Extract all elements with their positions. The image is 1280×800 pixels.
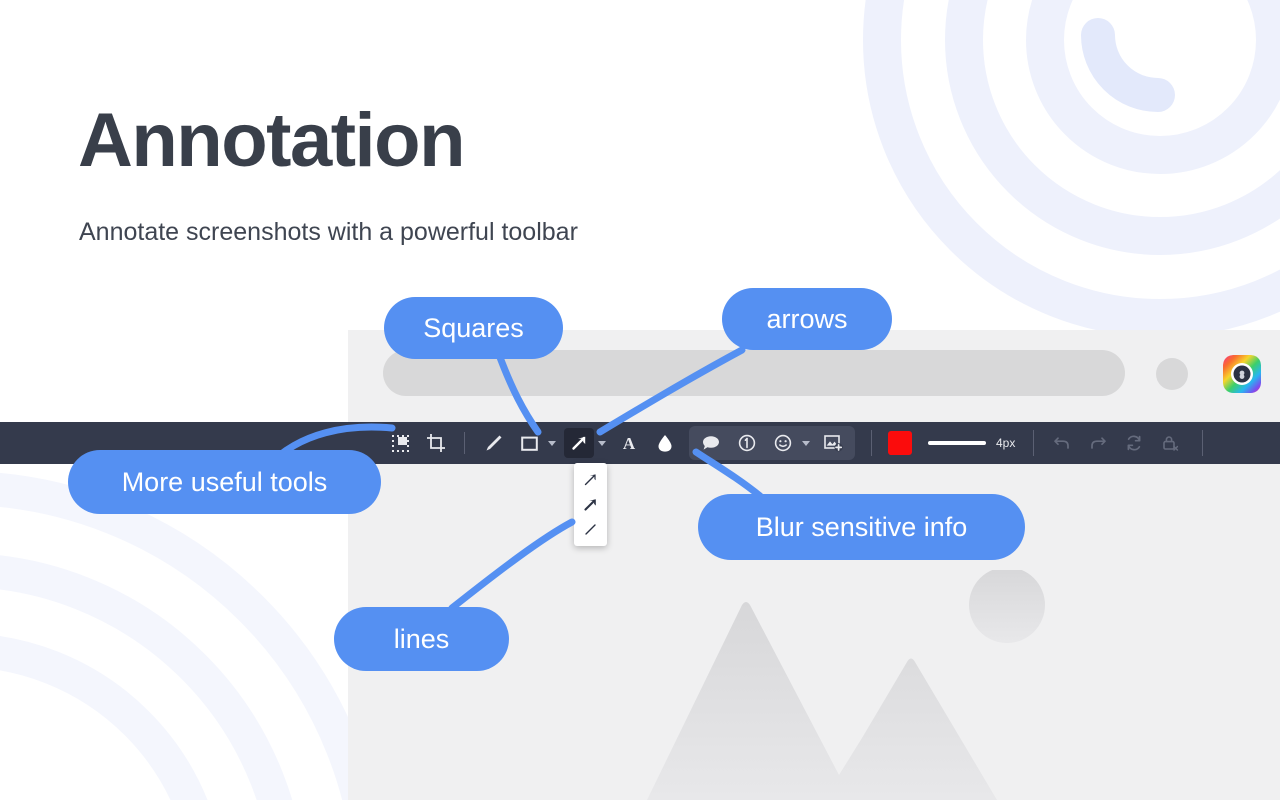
callout-lines: lines [334, 607, 509, 671]
add-image-tool[interactable] [818, 428, 848, 458]
arrow-icon [572, 436, 586, 450]
clear-annotations-button[interactable] [1155, 428, 1185, 458]
select-region-tool[interactable] [385, 428, 415, 458]
line-icon [585, 524, 596, 535]
droplet-icon [658, 435, 672, 452]
page-title: Annotation [78, 98, 466, 183]
app-window [348, 330, 1280, 800]
toolbar-divider-1 [464, 432, 465, 454]
chevron-down-icon [548, 440, 556, 446]
callout-more-tools: More useful tools [68, 450, 381, 514]
pen-icon [486, 435, 501, 450]
toolbar-divider-2 [871, 430, 872, 456]
callout-arrows: arrows [722, 288, 892, 350]
arrow-tool[interactable] [564, 428, 594, 458]
add-image-icon [823, 435, 843, 452]
square-icon [520, 436, 538, 451]
undo-icon [1054, 437, 1070, 449]
smiley-icon [774, 434, 792, 452]
counter-tool[interactable] [732, 428, 762, 458]
image-placeholder-icon [647, 570, 1045, 800]
color-swatch[interactable] [888, 431, 912, 455]
sticker-tool-caret[interactable] [801, 428, 811, 458]
chevron-down-icon [802, 440, 810, 446]
speech-bubble-tool[interactable] [696, 428, 726, 458]
pen-tool[interactable] [478, 428, 508, 458]
sticker-tool[interactable] [768, 428, 798, 458]
stroke-width-preview[interactable] [928, 441, 986, 445]
marquee-select-icon [391, 434, 409, 452]
toolbar-divider-4 [1033, 430, 1035, 456]
redo-icon [1091, 437, 1107, 449]
user-avatar[interactable] [1156, 358, 1188, 390]
svg-text:A: A [623, 434, 636, 452]
crop-icon [427, 434, 445, 452]
crop-tool[interactable] [421, 428, 451, 458]
arrow-tool-caret[interactable] [597, 428, 607, 458]
line-style[interactable] [578, 519, 604, 541]
extras-tool-group [689, 426, 855, 460]
arrow-style-bold[interactable] [578, 494, 604, 516]
undo-button[interactable] [1047, 428, 1077, 458]
blur-tool[interactable] [650, 428, 680, 458]
stroke-width-label: 4px [996, 436, 1016, 450]
rectangle-tool-caret[interactable] [547, 428, 557, 458]
callout-squares: Squares [384, 297, 563, 359]
camera-app-icon[interactable] [1223, 355, 1261, 393]
callout-blur: Blur sensitive info [698, 494, 1025, 560]
arrow-style-plain[interactable] [578, 469, 604, 491]
redo-button[interactable] [1083, 428, 1113, 458]
bold-arrow-icon [584, 499, 596, 511]
speech-bubble-icon [703, 436, 719, 450]
text-tool[interactable]: A [614, 428, 644, 458]
thin-arrow-icon [584, 474, 596, 486]
refresh-icon [1127, 435, 1141, 451]
reset-button[interactable] [1119, 428, 1149, 458]
lock-x-icon [1163, 436, 1179, 451]
text-a-icon: A [623, 434, 636, 452]
rectangle-tool[interactable] [514, 428, 544, 458]
numbered-badge-icon [738, 434, 756, 452]
arrow-style-menu [574, 463, 607, 546]
page-root: Annotation Annotate screenshots with a p… [0, 0, 1280, 800]
chevron-down-icon [598, 440, 606, 446]
page-subtitle: Annotate screenshots with a powerful too… [79, 218, 578, 246]
toolbar-divider-5 [1202, 430, 1204, 456]
